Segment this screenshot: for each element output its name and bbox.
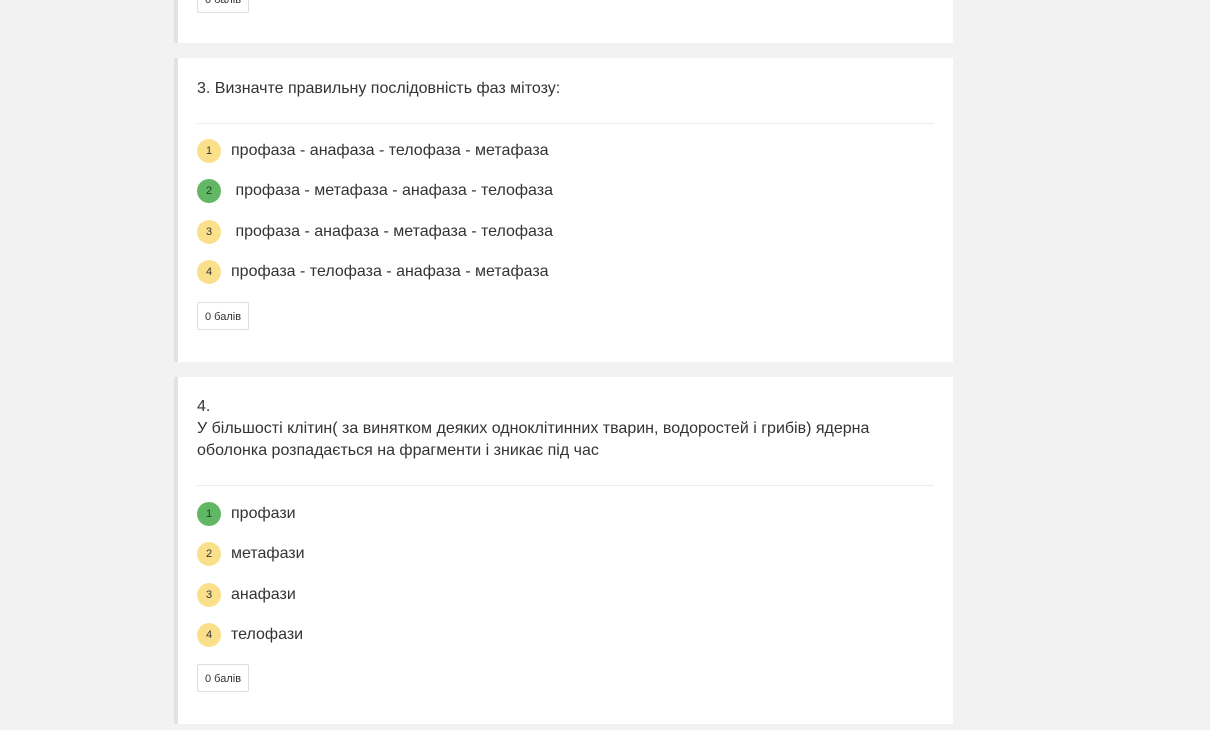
question-card-4: 4. У більшості клітин( за винятком деяки… [174, 377, 953, 724]
answer-option-correct: 2 профаза - метафаза - анафаза - телофаз… [197, 179, 553, 203]
answer-label: профаза - метафаза - анафаза - телофаза [231, 182, 554, 199]
answer-label: метафази [231, 545, 305, 562]
question-card-previous: 0 балів [174, 0, 953, 43]
answer-number-badge-correct: 1 [197, 502, 221, 526]
answer-label: профази [231, 505, 296, 522]
answer-option: 4 профаза - телофаза - анафаза - метафаз… [197, 260, 549, 284]
question-card-3: 3. Визначте правильну послідовність фаз … [174, 58, 953, 362]
answer-number-badge: 1 [197, 139, 221, 163]
answer-number-badge: 4 [197, 260, 221, 284]
question-number: 3. [197, 80, 211, 97]
answer-option: 2 метафази [197, 542, 305, 566]
answer-number-badge: 2 [197, 542, 221, 566]
answer-option: 3 анафази [197, 583, 296, 607]
question-body: У більшості клітин( за винятком деяких о… [197, 420, 870, 459]
score-badge: 0 балів [197, 302, 250, 330]
question-number: 4. [197, 398, 211, 415]
answer-number-badge: 3 [197, 583, 221, 607]
answer-number-badge: 4 [197, 623, 221, 647]
quiz-results-page: 0 балів 3. Визначте правильну послідовні… [0, 0, 1210, 730]
answer-number-badge: 3 [197, 220, 221, 244]
divider [197, 123, 934, 124]
question-body: Визначте правильну послідовність фаз міт… [214, 80, 561, 97]
question-text: 3. Визначте правильну послідовність фаз … [197, 78, 917, 100]
question-text: 4. У більшості клітин( за винятком деяки… [197, 396, 917, 462]
score-badge: 0 балів [197, 0, 250, 13]
answer-option: 1 профаза - анафаза - телофаза - метафаз… [197, 139, 549, 163]
answer-number-badge-correct: 2 [197, 179, 221, 203]
answer-option: 4 телофази [197, 623, 303, 647]
answer-label: анафази [231, 586, 296, 603]
answer-label: профаза - телофаза - анафаза - метафаза [231, 263, 549, 280]
answer-label: профаза - анафаза - телофаза - метафаза [231, 142, 549, 159]
answer-label: телофази [231, 626, 304, 643]
answer-option: 3 профаза - анафаза - метафаза - телофаз… [197, 220, 553, 244]
answer-label: профаза - анафаза - метафаза - телофаза [231, 223, 554, 240]
answer-option-correct: 1 профази [197, 502, 296, 526]
score-badge: 0 балів [197, 664, 250, 692]
divider [197, 485, 934, 486]
